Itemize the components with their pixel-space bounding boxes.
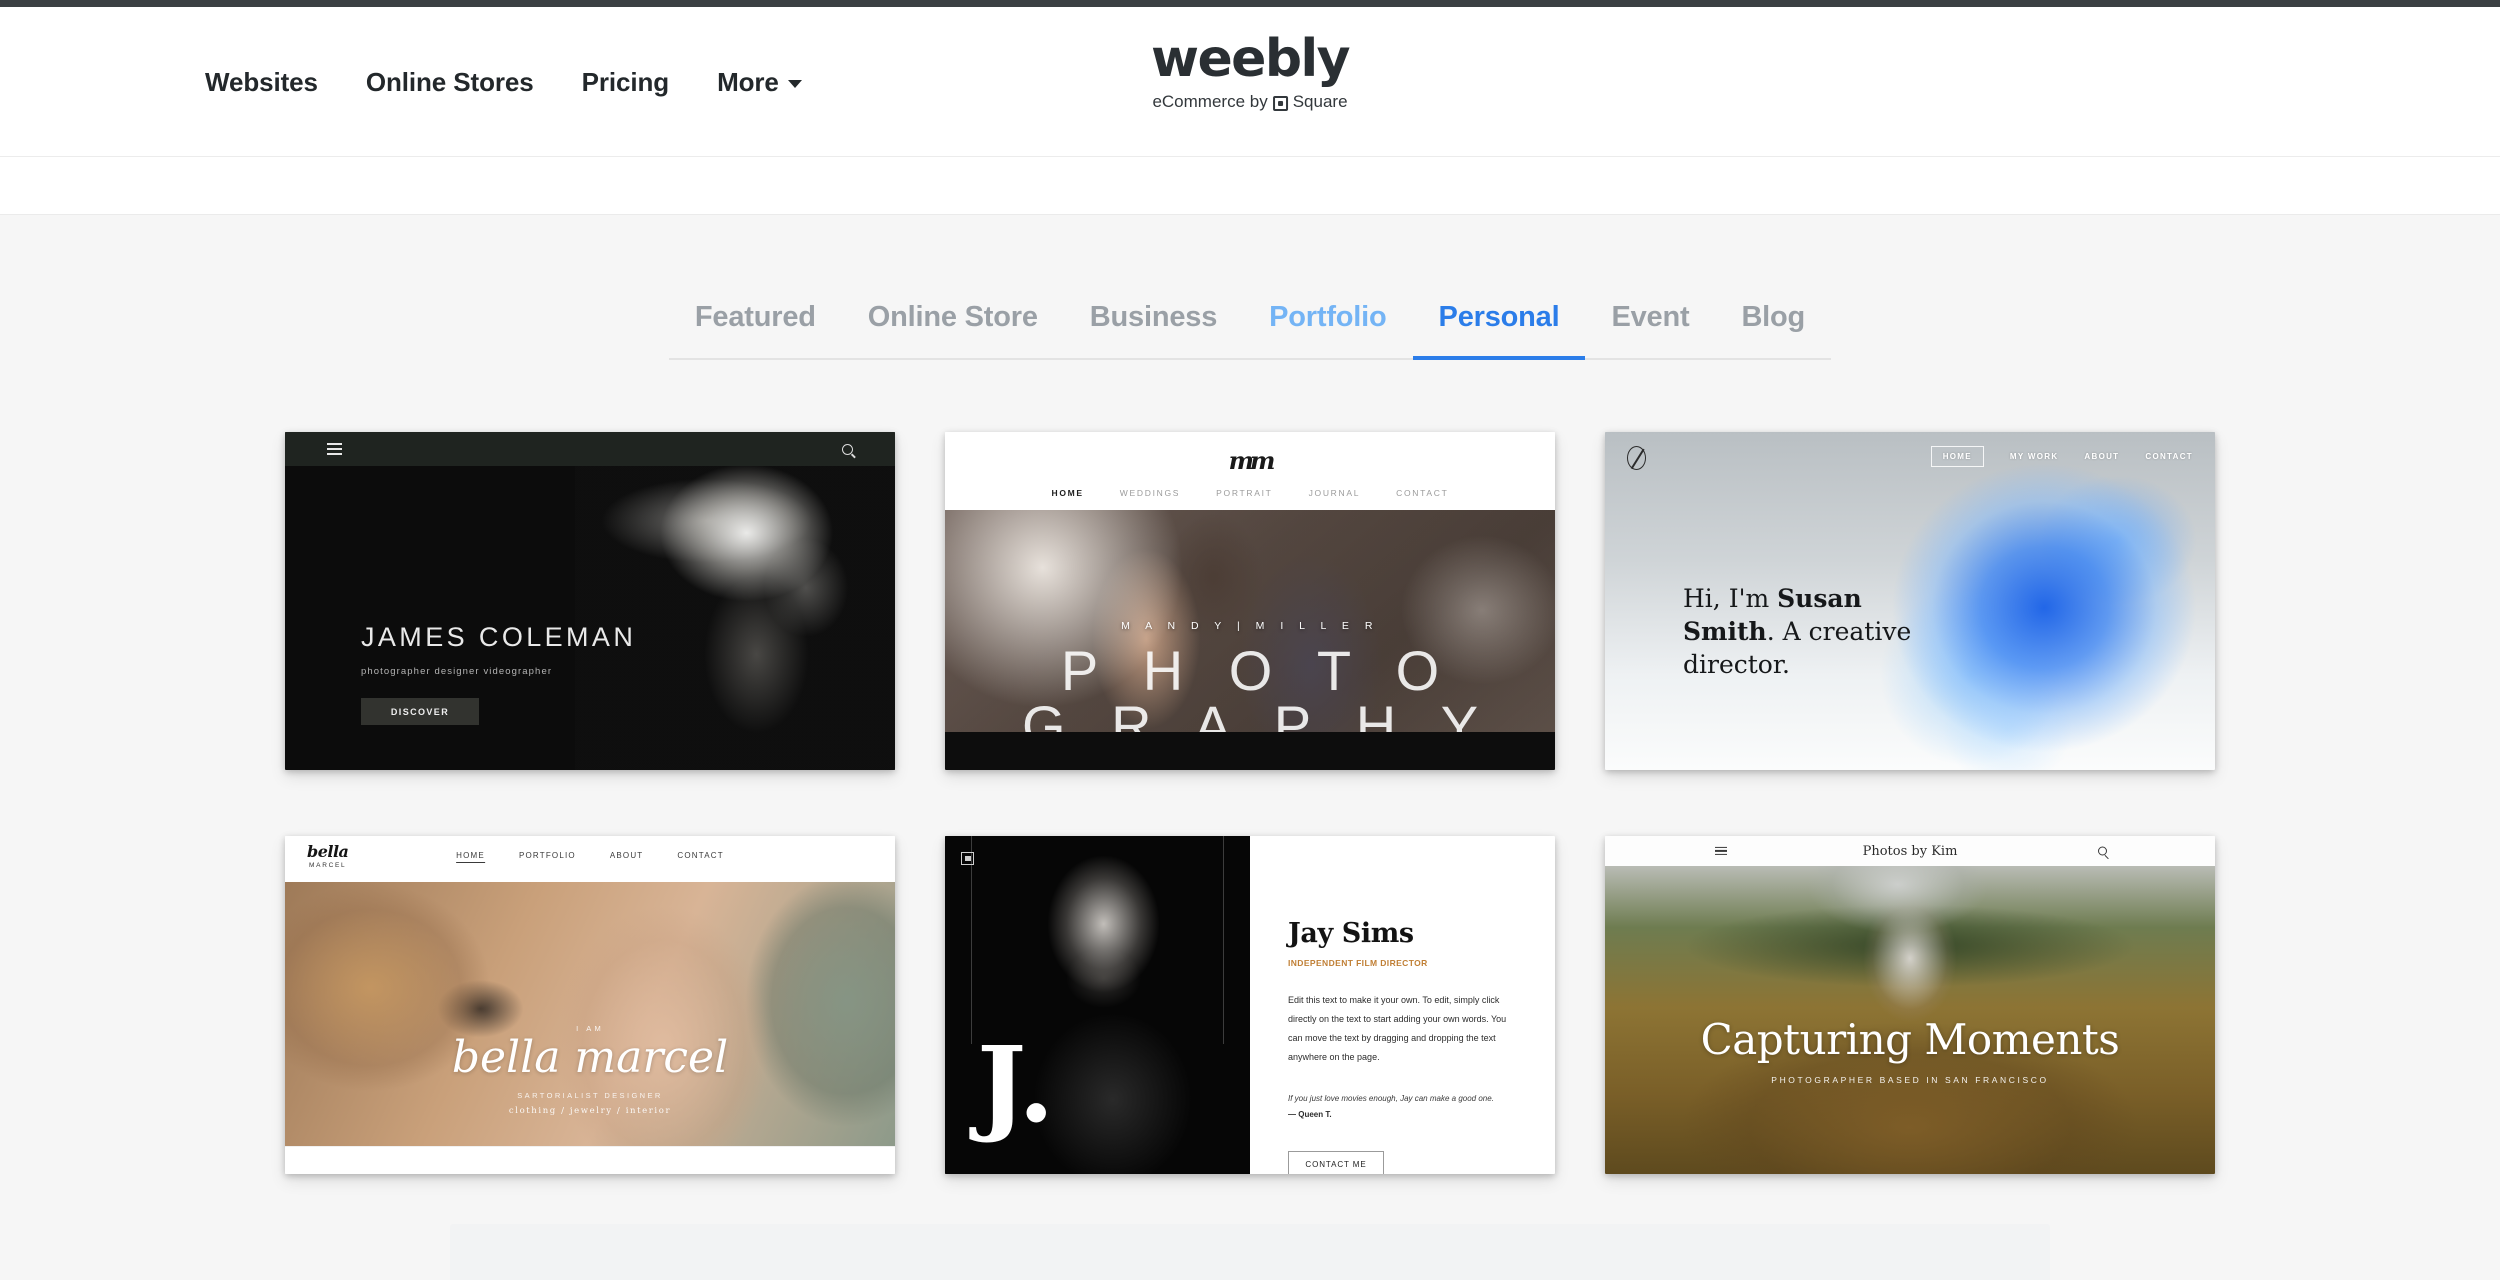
template-footer-band xyxy=(285,1146,895,1174)
tagline-suffix: Square xyxy=(1292,92,1348,111)
photo-frame-lines xyxy=(971,836,1224,1044)
template-logo: mm xyxy=(1228,446,1276,475)
tagline-prefix: eCommerce by xyxy=(1152,92,1268,111)
footer-placeholder xyxy=(450,1224,2050,1280)
search-icon xyxy=(842,443,853,455)
template-title: bella marcel xyxy=(451,1032,729,1083)
nav-link-online-stores-label: Online Stores xyxy=(365,66,534,97)
nav-link-pricing-label: Pricing xyxy=(581,66,670,97)
template-logo: bella MARCEL xyxy=(307,842,349,870)
template-hero-photo: J. xyxy=(945,836,1250,1174)
category-tabs: Featured Online Store Business Portfolio… xyxy=(668,303,1832,360)
weebly-wordmark: weebly xyxy=(1151,29,1351,89)
template-nav-item-contact[interactable]: CONTACT xyxy=(2145,452,2193,461)
template-nav-item-home[interactable]: HOME xyxy=(456,851,485,863)
template-hero-copy: Capturing Moments PHOTOGRAPHER BASED IN … xyxy=(1605,1015,2215,1086)
top-accent-bar xyxy=(0,0,2500,7)
template-attribution: — Queen T. xyxy=(1288,1109,1332,1119)
chevron-down-icon xyxy=(787,80,802,88)
template-nav-item-about[interactable]: ABOUT xyxy=(610,851,644,863)
template-logo: Photos by Kim xyxy=(1862,843,1958,859)
template-paragraph: Edit this text to make it your own. To e… xyxy=(1288,995,1507,1062)
template-nav: HOME MY WORK ABOUT CONTACT xyxy=(1930,446,2193,467)
template-card-mandy-miller[interactable]: mm HOME WEDDINGS PORTRAIT JOURNAL CONTAC… xyxy=(945,432,1555,770)
template-nav-item-home[interactable]: HOME xyxy=(1930,446,1984,467)
tab-blog[interactable]: Blog xyxy=(1715,303,1831,358)
template-tags: clothing / jewelry / interior xyxy=(508,1106,672,1117)
tab-online-store[interactable]: Online Store xyxy=(842,303,1064,358)
template-nav-item-contact[interactable]: CONTACT xyxy=(1396,488,1448,498)
template-role: SARTORIALIST DESIGNER xyxy=(517,1091,663,1101)
template-footer-band xyxy=(945,732,1555,770)
template-topbar: bella MARCEL HOME PORTFOLIO ABOUT CONTAC… xyxy=(285,836,895,882)
template-quote: If you just love movies enough, Jay can … xyxy=(1288,1093,1494,1103)
primary-navigation: Websites Online Stores Pricing More xyxy=(205,7,802,157)
tab-featured[interactable]: Featured xyxy=(669,303,842,358)
main-content: Featured Online Store Business Portfolio… xyxy=(0,215,2500,1280)
template-kicker: M A N D Y | M I L L E R xyxy=(1121,620,1379,632)
template-card-photos-by-kim[interactable]: Photos by Kim Capturing Moments PHOTOGRA… xyxy=(1605,836,2215,1174)
template-nav: HOME PORTFOLIO ABOUT CONTACT xyxy=(456,851,724,863)
template-nav-item-home[interactable]: HOME xyxy=(1051,488,1083,498)
template-nav-item-portrait[interactable]: PORTRAIT xyxy=(1216,488,1272,498)
square-logo-icon xyxy=(1272,95,1288,111)
template-hero-copy: I AM bella marcel SARTORIALIST DESIGNER … xyxy=(285,1024,895,1116)
nav-link-pricing[interactable]: Pricing xyxy=(581,66,670,98)
template-hero-copy: JAMES COLEMAN photographer designer vide… xyxy=(361,622,636,725)
template-nav: HOME WEDDINGS PORTRAIT JOURNAL CONTACT xyxy=(1051,488,1448,498)
discover-button[interactable]: DISCOVER xyxy=(361,698,479,725)
template-card-susan-smith[interactable]: HOME MY WORK ABOUT CONTACT Hi, I'm Susan… xyxy=(1605,432,2215,770)
slashed-circle-icon xyxy=(1627,446,1646,470)
template-nav-item-portfolio[interactable]: PORTFOLIO xyxy=(519,851,576,863)
template-card-jay-sims[interactable]: J. Jay Sims INDEPENDENT FILM DIRECTOR Ed… xyxy=(945,836,1555,1174)
template-title: Capturing Moments xyxy=(1700,1015,2120,1064)
template-role: INDEPENDENT FILM DIRECTOR xyxy=(1288,958,1428,968)
nav-link-websites[interactable]: Websites xyxy=(205,67,318,98)
template-topbar xyxy=(285,432,895,466)
hamburger-icon xyxy=(1715,846,1727,856)
template-grid: JAMES COLEMAN photographer designer vide… xyxy=(285,360,2215,1174)
template-nav-item-my-work[interactable]: MY WORK xyxy=(2010,452,2059,461)
template-topbar: mm HOME WEDDINGS PORTRAIT JOURNAL CONTAC… xyxy=(945,432,1555,510)
nav-link-websites-label: Websites xyxy=(205,66,318,97)
contact-me-button[interactable]: CONTACT ME xyxy=(1288,1150,1384,1174)
template-topbar: Photos by Kim xyxy=(1605,836,2215,866)
template-nav-item-journal[interactable]: JOURNAL xyxy=(1309,488,1361,498)
template-monogram: J. xyxy=(977,1022,1055,1146)
category-tabs-container: Featured Online Store Business Portfolio… xyxy=(0,215,2500,360)
template-hero-copy: Jay Sims INDEPENDENT FILM DIRECTOR Edit … xyxy=(1250,836,1555,1174)
hamburger-icon xyxy=(327,443,342,455)
template-logo-script: bella xyxy=(307,842,349,861)
weebly-tagline: eCommerce by Square xyxy=(1151,92,1349,112)
nav-link-online-stores[interactable]: Online Stores xyxy=(366,67,534,98)
template-card-james-coleman[interactable]: JAMES COLEMAN photographer designer vide… xyxy=(285,432,895,770)
template-nav-item-weddings[interactable]: WEDDINGS xyxy=(1120,488,1180,498)
menu-icon xyxy=(961,852,974,865)
template-title: JAMES COLEMAN xyxy=(361,622,637,652)
template-logo-sub: MARCEL xyxy=(309,862,347,869)
template-title: Jay Sims xyxy=(1288,918,1414,949)
template-nav-item-contact[interactable]: CONTACT xyxy=(677,851,723,863)
search-icon xyxy=(2098,846,2107,856)
tab-personal[interactable]: Personal xyxy=(1412,303,1586,360)
template-nav-item-about[interactable]: ABOUT xyxy=(2084,452,2119,461)
template-title-line1: P H O T O xyxy=(1060,639,1455,702)
site-header: Websites Online Stores Pricing More weeb… xyxy=(0,7,2500,157)
weebly-logo[interactable]: weebly eCommerce by Square xyxy=(1151,29,1351,112)
template-heading-pre: Hi, I'm xyxy=(1683,584,1778,613)
template-heading: Hi, I'm Susan Smith. A creative director… xyxy=(1683,582,1918,681)
header-subband xyxy=(0,157,2500,215)
template-subtitle: PHOTOGRAPHER BASED IN SAN FRANCISCO xyxy=(1771,1075,2049,1085)
tab-event[interactable]: Event xyxy=(1585,303,1715,358)
template-card-bella-marcel[interactable]: bella MARCEL HOME PORTFOLIO ABOUT CONTAC… xyxy=(285,836,895,1174)
tab-business[interactable]: Business xyxy=(1064,303,1243,358)
template-subtitle: photographer designer videographer xyxy=(361,666,553,677)
nav-link-more-label: More xyxy=(717,66,779,97)
tab-portfolio[interactable]: Portfolio xyxy=(1243,303,1412,358)
nav-link-more[interactable]: More xyxy=(717,67,802,98)
